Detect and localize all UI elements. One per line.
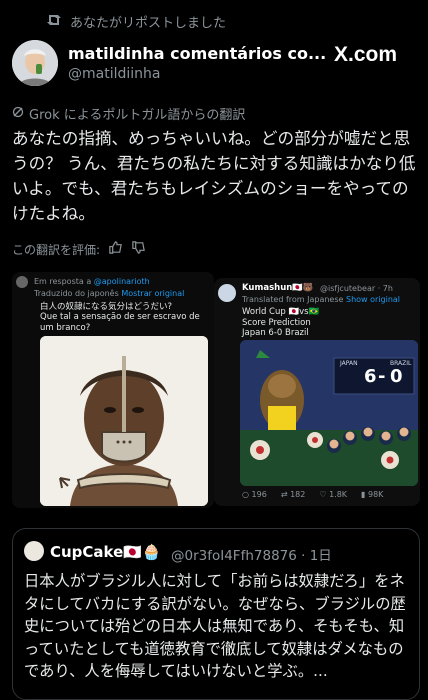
repost-icon <box>46 13 62 31</box>
tweet-subtitle: Score Prediction <box>242 317 311 328</box>
grok-icon <box>12 106 24 122</box>
rate-translation: この翻訳を評価: <box>12 240 146 258</box>
post-body: あなたの指摘、めっちゃいいね。どの部分が嘘だと思うの？ うん、君たちの私たちに対… <box>12 129 416 223</box>
repost-count[interactable]: ⇄ 182 <box>281 490 306 499</box>
translated-notice: Traduzido do japonês Mostrar original <box>34 289 184 298</box>
reply-handle-link[interactable]: @apolinarioth <box>94 277 150 286</box>
tweet-text: World Cup 🇯🇵vs🇧🇷 Score Prediction Japan … <box>242 307 319 339</box>
tweet-prediction: Japan 6-0 Brazil <box>242 328 309 338</box>
tweet-actions: ○ 196 ⇄ 182 ♡ 1.8K ▮ 98K <box>242 490 383 499</box>
tweet-translated-notice: Translated from Japanese Show original <box>242 295 400 304</box>
scoreboard-home-score: 6 <box>364 366 377 387</box>
translation-label: Grok によるポルトガル語からの翻訳 <box>29 108 246 123</box>
translated-label: Traduzido do japonês <box>34 289 119 298</box>
thumbs-down-icon[interactable] <box>131 240 146 258</box>
tweet-handle-time[interactable]: @isfjcutebear · 7h <box>320 284 393 293</box>
x-logo: X.com <box>334 43 398 66</box>
tweet-translated-label: Translated from Japanese <box>242 295 344 304</box>
quote-avatar <box>24 541 44 561</box>
reply-line-pt: Que tal a sensação de ser escravo de um … <box>40 312 200 333</box>
embedded-reply-card[interactable]: Em resposta a @apolinarioth Traduzido do… <box>12 272 214 508</box>
rate-label: この翻訳を評価: <box>12 242 101 257</box>
reply-line-ja: 白人の奴隷になる気分はどうだい? <box>40 302 173 312</box>
reply-context: Em resposta a @apolinarioth <box>34 277 150 286</box>
avatar[interactable] <box>12 40 58 86</box>
author-name[interactable]: matildinha comentários co... <box>68 44 326 63</box>
embedded-tweet-card[interactable]: Kumashun🇯🇵🐻 @isfjcutebear · 7h Translate… <box>214 278 420 506</box>
tweet-title: World Cup 🇯🇵vs🇧🇷 <box>242 307 320 317</box>
reply-avatar <box>16 276 28 288</box>
tweet-show-original-link[interactable]: Show original <box>346 295 400 304</box>
repost-label: あなたがリポストしました <box>70 16 227 31</box>
like-count[interactable]: ♡ 1.8K <box>319 490 347 499</box>
author-handle[interactable]: @matildiinha <box>68 66 160 82</box>
quote-author-name[interactable]: CupCake🇯🇵🧁 <box>50 543 161 561</box>
stadium-image[interactable]: JAPAN BRAZIL 6 - 0 <box>240 340 418 486</box>
scoreboard-away-score: 0 <box>390 366 403 387</box>
view-count[interactable]: ▮ 98K <box>361 490 383 499</box>
scoreboard-home-label: JAPAN <box>340 360 358 367</box>
engraving-image[interactable] <box>40 336 208 506</box>
translation-notice: Grok によるポルトガル語からの翻訳 <box>12 104 245 123</box>
show-original-link[interactable]: Mostrar original <box>121 289 184 298</box>
reply-count[interactable]: ○ 196 <box>242 490 267 499</box>
reply-prefix: Em resposta a <box>34 277 92 286</box>
quote-handle-time[interactable]: @0r3foI4Ffh78876 · 1日 <box>171 544 332 564</box>
repost-indicator: あなたがリポストしました <box>46 12 226 31</box>
quote-body: 日本人がブラジル人に対して「お前らは奴隷だろ」をネタにしてバカにする訳がない。な… <box>24 572 406 680</box>
tweet-author-name[interactable]: Kumashun🇯🇵🐻 <box>242 283 313 293</box>
thumbs-up-icon[interactable] <box>108 240 123 258</box>
tweet-avatar <box>218 284 236 302</box>
